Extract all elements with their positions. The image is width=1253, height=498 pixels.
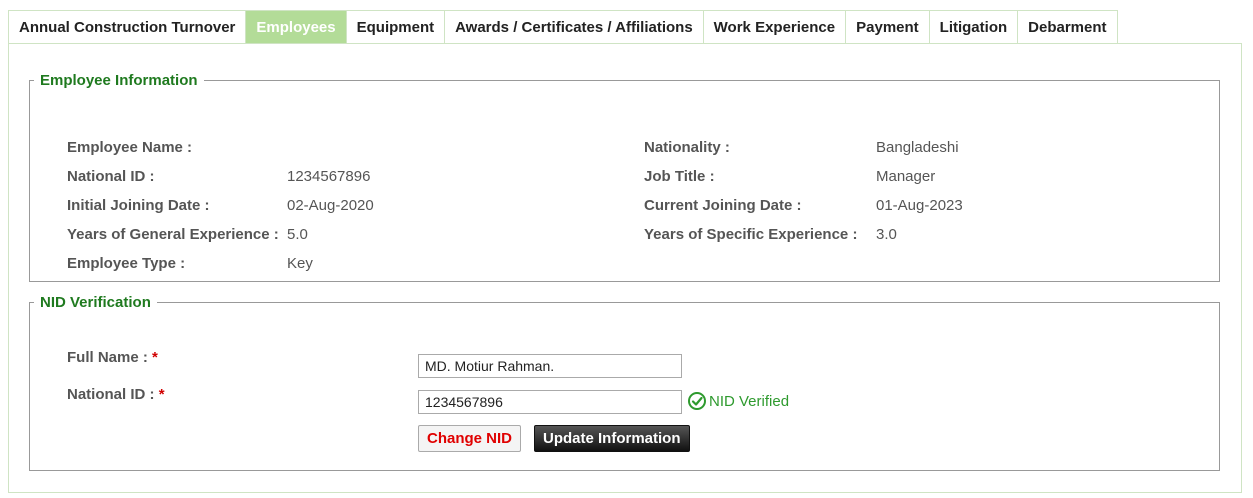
nid-label: National ID : * [67, 386, 165, 403]
tab-payment[interactable]: Payment [845, 10, 929, 43]
tab-litigation[interactable]: Litigation [928, 10, 1018, 43]
tab-bar: Annual Construction Turnover Employees E… [8, 10, 1118, 44]
employee-type-value: Key [287, 255, 313, 272]
job-title-value: Manager [876, 168, 936, 185]
required-marker: * [152, 349, 158, 366]
nid-verification-legend: NID Verification [40, 294, 151, 311]
employee-information-legend: Employee Information [40, 72, 198, 89]
initial-joining-value: 02-Aug-2020 [287, 197, 374, 214]
nid-verified-status: NID Verified [687, 391, 789, 411]
general-experience-label: Years of General Experience : [67, 226, 279, 243]
national-id-label: National ID : [67, 168, 155, 185]
nationality-value: Bangladeshi [876, 139, 959, 156]
tab-work-experience[interactable]: Work Experience [702, 10, 846, 43]
tab-equipment[interactable]: Equipment [345, 10, 445, 43]
full-name-input[interactable] [418, 354, 682, 378]
tab-employees[interactable]: Employees [245, 10, 346, 43]
current-joining-label: Current Joining Date : [644, 197, 802, 214]
nid-label-text: National ID : [67, 386, 155, 403]
change-nid-button[interactable]: Change NID [418, 425, 522, 452]
update-information-button[interactable]: Update Information [534, 425, 690, 452]
nid-verification-section: NID Verification Full Name : * National … [29, 294, 1220, 471]
tab-debarment[interactable]: Debarment [1017, 10, 1118, 43]
tab-awards-certificates-affiliations[interactable]: Awards / Certificates / Affiliations [444, 10, 703, 43]
employee-information-section: Employee Information Employee Name : Nat… [29, 72, 1220, 282]
nationality-label: Nationality : [644, 139, 730, 156]
full-name-label: Full Name : * [67, 349, 158, 366]
tab-panel: Employee Information Employee Name : Nat… [8, 43, 1242, 493]
employee-name-label: Employee Name : [67, 139, 193, 156]
specific-experience-label: Years of Specific Experience : [644, 226, 858, 243]
tab-annual-construction-turnover[interactable]: Annual Construction Turnover [8, 10, 246, 43]
initial-joining-label: Initial Joining Date : [67, 197, 210, 214]
general-experience-value: 5.0 [287, 226, 308, 243]
specific-experience-value: 3.0 [876, 226, 897, 243]
nid-verified-text: NID Verified [709, 392, 790, 410]
required-marker: * [158, 386, 165, 403]
check-circle-icon [688, 392, 706, 410]
national-id-input[interactable] [418, 390, 682, 414]
employee-type-label: Employee Type : [67, 255, 186, 272]
national-id-value: 1234567896 [287, 168, 371, 185]
full-name-label-text: Full Name : [67, 349, 148, 366]
current-joining-value: 01-Aug-2023 [876, 197, 963, 214]
job-title-label: Job Title : [644, 168, 715, 185]
